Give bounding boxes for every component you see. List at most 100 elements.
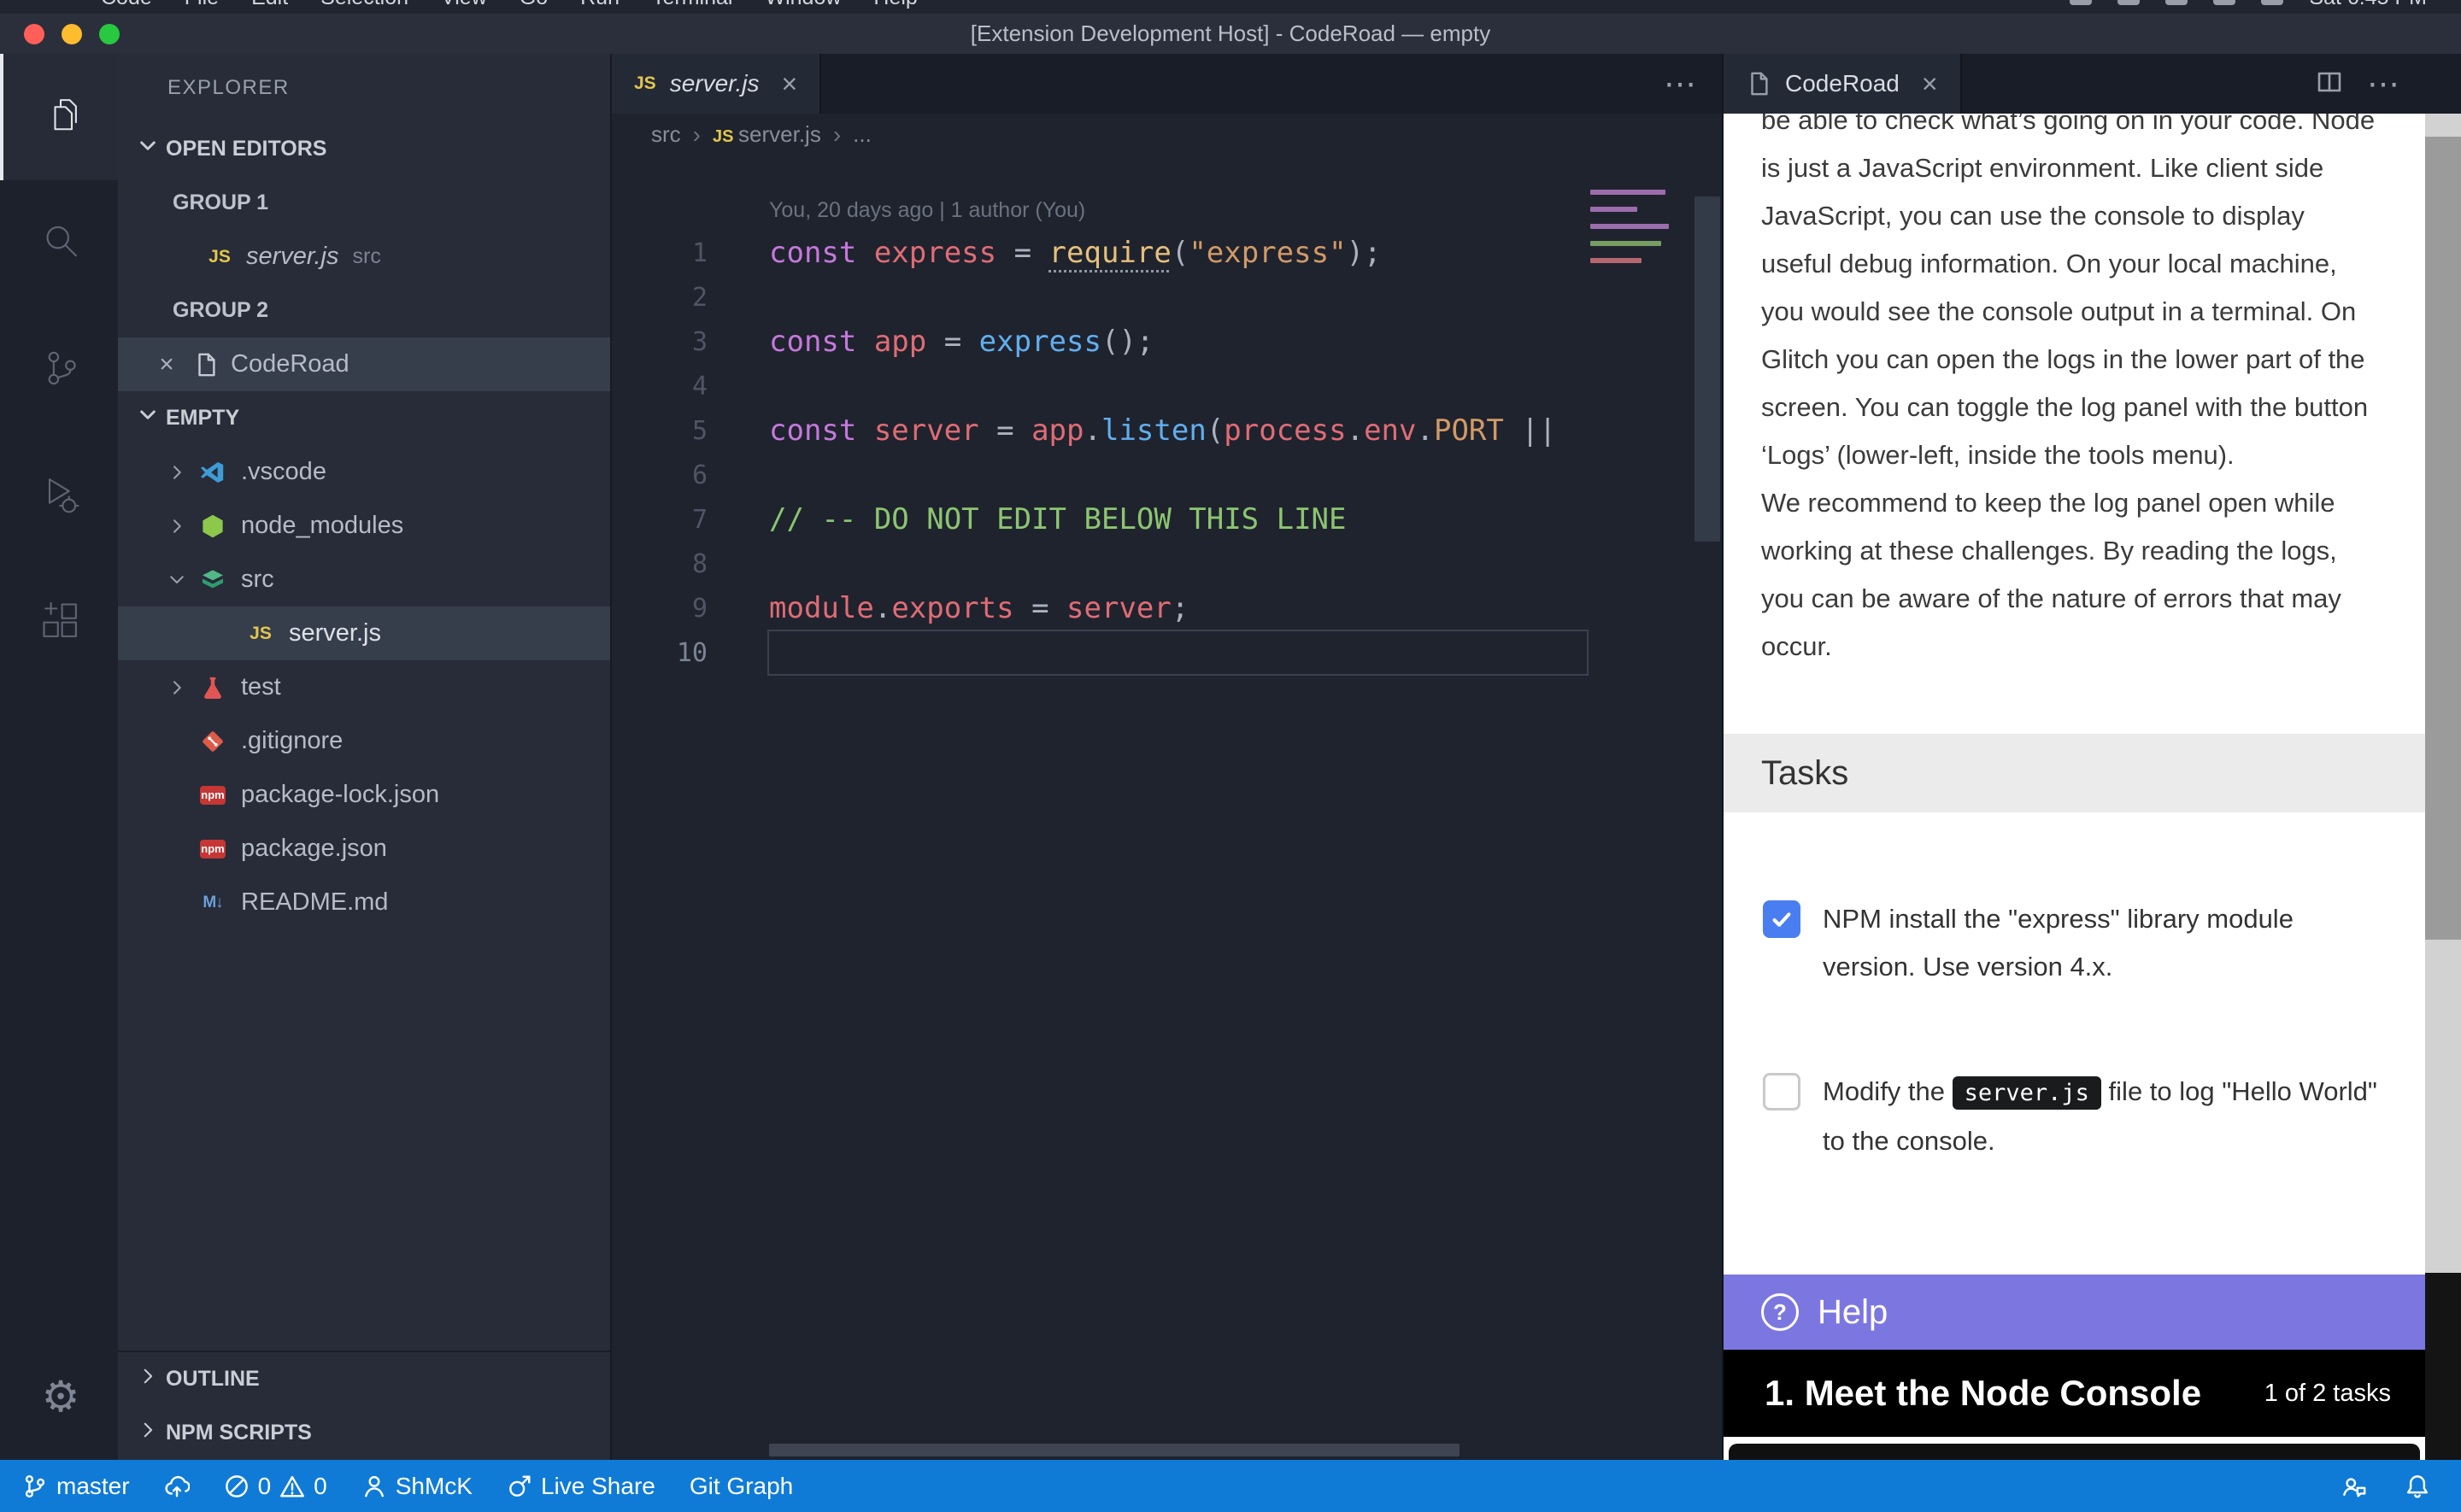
menubar-clock[interactable]: Sat 6:45 PM [2309,0,2427,10]
code-line[interactable]: 5const server = app.listen(process.env.P… [612,408,1722,453]
section-header-npm-scripts[interactable]: NPM SCRIPTS [118,1406,610,1460]
feedback-status[interactable] [2341,1474,2367,1499]
live-share-status[interactable]: Live Share [507,1473,655,1500]
split-editor-icon[interactable] [2316,68,2343,100]
activity-item-source-control[interactable] [0,307,118,433]
problems-status[interactable]: 0 0 [224,1473,327,1500]
task-checkbox[interactable] [1763,1073,1800,1111]
tree-item-readme-md[interactable]: M↓README.md [118,876,610,929]
lesson-paragraph: We recommend to keep the log panel open … [1724,479,2425,671]
code-line[interactable]: 6 [612,453,1722,497]
task-checkbox[interactable] [1763,900,1800,938]
menu-item[interactable]: Edit [251,0,288,10]
code-text: const server = app.listen(process.env.PO… [769,413,1556,448]
git-graph-status[interactable]: Git Graph [690,1473,793,1500]
tree-item-test[interactable]: test [118,660,610,714]
chevron-right-icon[interactable] [164,462,190,483]
code-line[interactable]: 8 [612,542,1722,586]
scrollbar-track[interactable] [2425,114,2461,1273]
bell-icon [2405,1474,2430,1499]
status-icon[interactable] [2261,0,2283,5]
tree-item-server-js[interactable]: JSserver.js [118,607,610,660]
code-line[interactable]: 1const express = require("express"); [612,231,1722,275]
codelens[interactable]: You, 20 days ago | 1 author (You) [769,190,1722,231]
status-icon[interactable] [2165,0,2188,5]
editor-horizontal-scrollbar[interactable] [769,1444,1460,1456]
more-actions-icon[interactable]: ⋯ [2367,65,2401,103]
code-line[interactable]: 9module.exports = server; [612,586,1722,630]
sync-status[interactable] [164,1474,190,1499]
code-line[interactable]: 10 [612,630,1722,675]
cloud-upload-icon [164,1474,190,1499]
tree-item--gitignore[interactable]: .gitignore [118,714,610,768]
menu-item[interactable]: View [441,0,487,10]
tree-item-label: .gitignore [241,727,343,755]
close-window-button[interactable] [24,24,44,44]
menu-item[interactable]: Code [101,0,152,10]
breadcrumb-item[interactable]: src [651,121,681,148]
maximize-window-button[interactable] [99,24,120,44]
code-token: . [1347,413,1364,448]
menu-item[interactable]: Run [580,0,620,10]
scrollbar-thumb[interactable] [2425,137,2461,940]
chevron-right-icon [137,1419,159,1447]
feedback-icon [2341,1474,2367,1499]
macos-menubar: Code File Edit Selection View Go Run Terminal Wi… [0,0,2461,14]
close-icon[interactable]: × [152,350,181,379]
close-icon[interactable]: × [1922,68,1938,100]
breadcrumb-item[interactable]: JS server.js [713,121,821,148]
status-icon[interactable] [2070,0,2092,5]
activity-item-search[interactable] [0,180,118,307]
open-editor-item[interactable]: ×CodeRoad [118,337,610,391]
status-icon[interactable] [2117,0,2140,5]
next-lesson-bar[interactable] [1729,1444,2420,1460]
code-editor[interactable]: You, 20 days ago | 1 author (You) 1const… [612,155,1722,1460]
minimap[interactable] [1590,190,1671,275]
code-token: // -- DO NOT EDIT BELOW THIS LINE [769,502,1347,536]
tree-item-package-lock-json[interactable]: npmpackage-lock.json [118,768,610,822]
workspace-header[interactable]: EMPTY [118,391,610,445]
editor-vertical-scrollbar[interactable] [1695,196,1720,542]
lesson-footer[interactable]: 1. Meet the Node Console 1 of 2 tasks [1724,1350,2425,1437]
lesson-paragraphs: be able to check what’s going on in your… [1724,114,2425,671]
status-icon[interactable] [2213,0,2235,5]
code-line[interactable]: 7// -- DO NOT EDIT BELOW THIS LINE [612,497,1722,542]
git-branch-status[interactable]: master [22,1473,130,1500]
chevron-right-icon[interactable] [164,677,190,698]
notifications-status[interactable] [2405,1474,2430,1499]
menu-item[interactable]: Go [520,0,548,10]
tab-label: CodeRoad [1785,70,1900,97]
menu-item[interactable]: Selection [320,0,408,10]
code-token: app [1031,413,1084,448]
menu-item[interactable]: Help [873,0,917,10]
settings-button[interactable]: ⚙ [0,1333,118,1460]
tree-item-src[interactable]: src [118,553,610,607]
tree-item--vscode[interactable]: .vscode [118,445,610,499]
menu-item[interactable]: Terminal [652,0,732,10]
code-line[interactable]: 2 [612,275,1722,319]
open-editors-header[interactable]: OPEN EDITORS [118,122,610,176]
activity-item-extensions[interactable] [0,560,118,686]
line-number: 8 [612,549,708,579]
chevron-right-icon[interactable] [164,516,190,536]
tree-item-package-json[interactable]: npmpackage.json [118,822,610,876]
menu-item[interactable]: File [185,0,219,10]
tree-item-node-modules[interactable]: node_modules [118,499,610,553]
code-line[interactable]: 4 [612,364,1722,408]
activity-item-explorer[interactable] [0,54,118,180]
minimize-window-button[interactable] [62,24,82,44]
test-folder-icon [200,675,226,700]
tab-coderoad[interactable]: CodeRoad × [1724,54,1962,114]
breadcrumb-item[interactable]: ... [853,121,872,148]
menu-item[interactable]: Window [765,0,841,10]
more-actions-icon[interactable]: ⋯ [1664,65,1698,103]
chevron-down-icon[interactable] [164,570,190,590]
tab-server-js[interactable]: JS server.js × [612,54,821,114]
section-header-outline[interactable]: OUTLINE [118,1352,610,1406]
activity-item-run-debug[interactable] [0,433,118,560]
code-line[interactable]: 3const app = express(); [612,319,1722,364]
coderoad-user-status[interactable]: ShMcK [361,1473,473,1500]
open-editor-item[interactable]: JSserver.jssrc [118,230,610,284]
help-bar[interactable]: ? Help [1724,1275,2425,1350]
close-icon[interactable]: × [781,68,797,100]
